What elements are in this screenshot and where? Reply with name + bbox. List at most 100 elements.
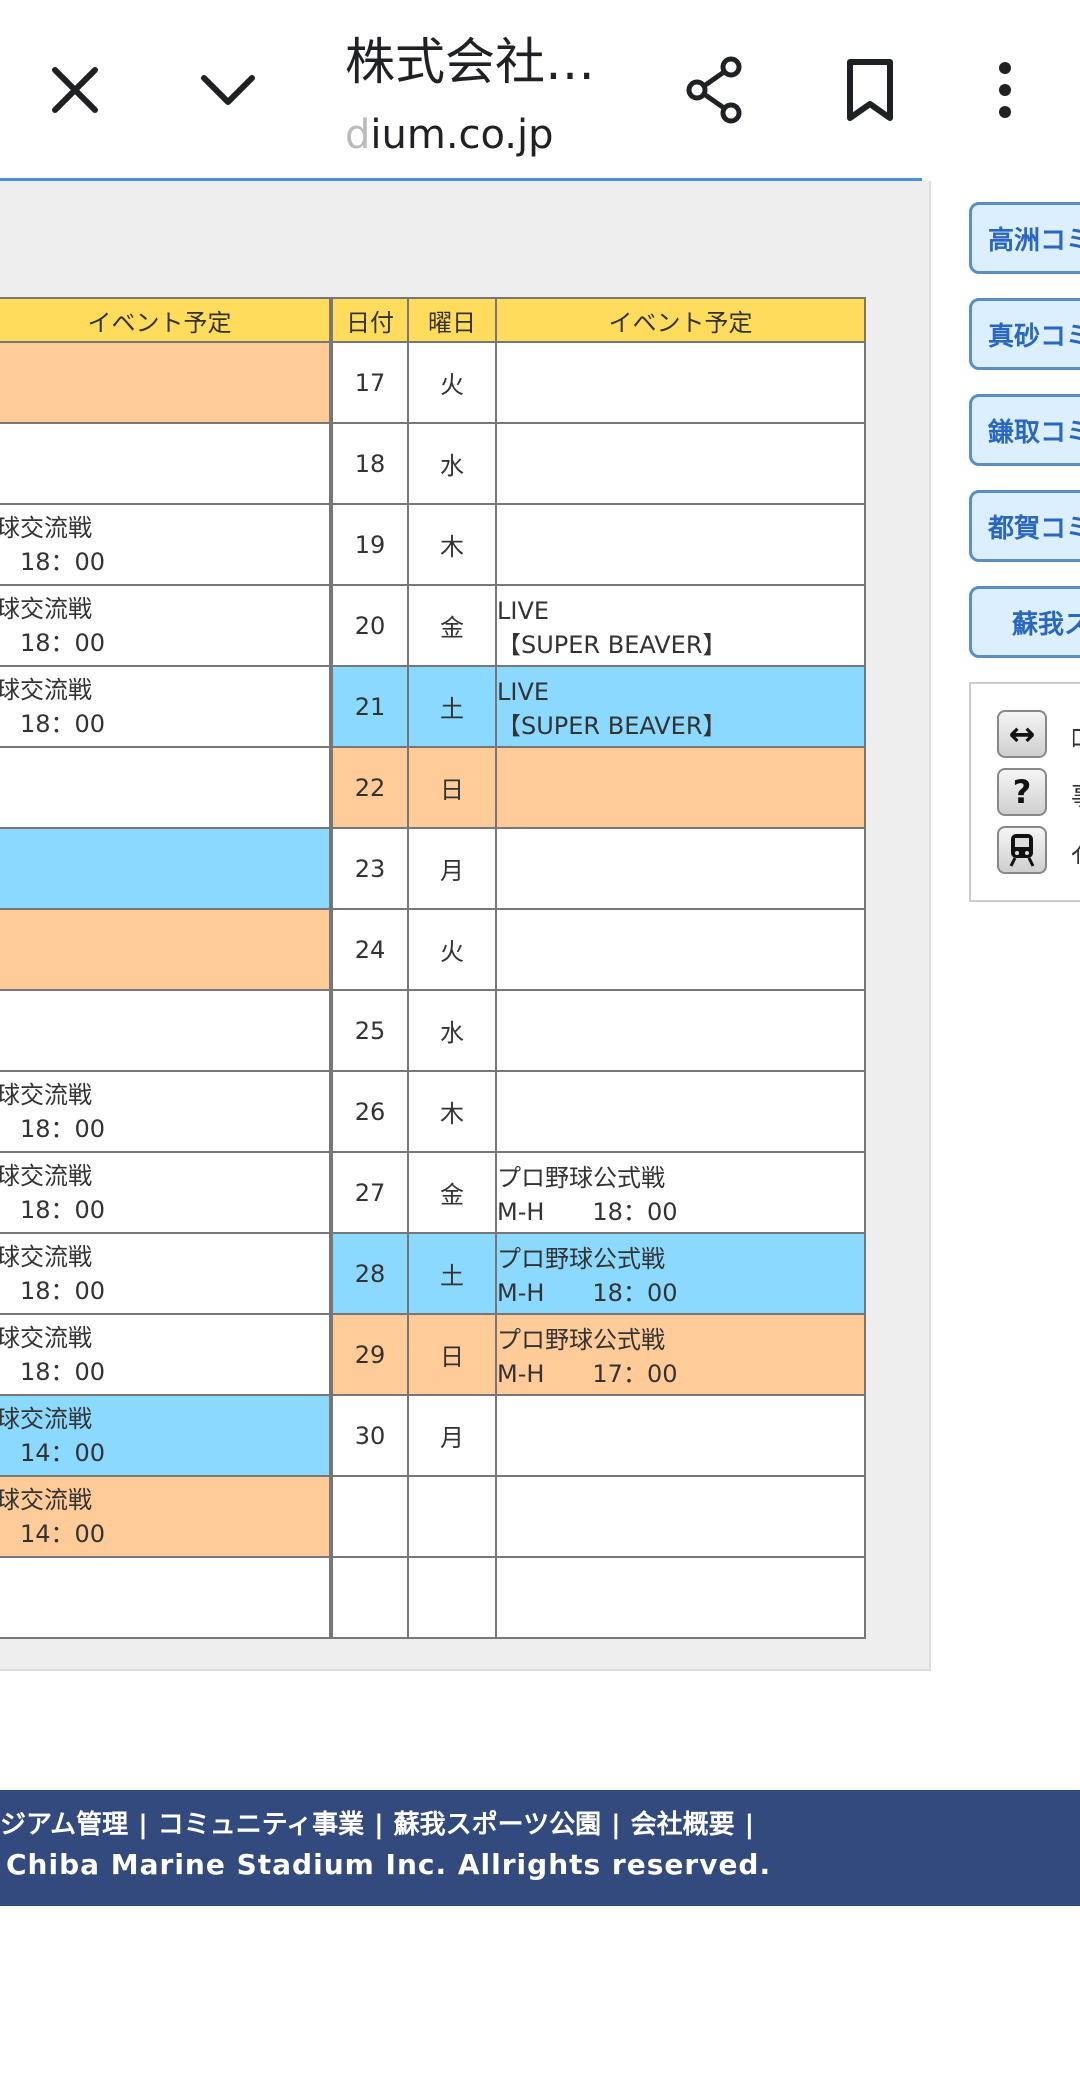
date-cell: 28 xyxy=(331,1234,409,1315)
event-text: LIVE xyxy=(497,597,550,625)
sidebar-button-takasu[interactable]: 高洲コミ xyxy=(969,202,1080,274)
weekday-cell: 火 xyxy=(409,343,497,424)
event-cell-left xyxy=(0,1558,331,1639)
event-text: 球交流戦 xyxy=(0,1081,92,1109)
event-text: プロ野球公式戦 xyxy=(497,1326,665,1354)
event-text: 球交流戦 xyxy=(0,1405,92,1433)
date-cell xyxy=(331,1477,409,1558)
weekday-cell: 金 xyxy=(409,586,497,667)
event-cell-left xyxy=(0,829,331,910)
date-cell: 19 xyxy=(331,505,409,586)
weekday-cell: 月 xyxy=(409,1396,497,1477)
event-text: LIVE xyxy=(497,678,550,706)
close-icon[interactable] xyxy=(25,40,125,140)
header-event-right: イベント予定 xyxy=(497,297,866,343)
sidebar-button-tsuga[interactable]: 都賀コミ xyxy=(969,490,1080,562)
separator: | xyxy=(744,1810,755,1840)
event-cell-left xyxy=(0,910,331,991)
bookmark-icon[interactable] xyxy=(820,40,920,140)
event-cell-right xyxy=(497,343,866,424)
date-cell xyxy=(331,1558,409,1639)
legend-text: 事 xyxy=(1071,776,1080,813)
event-text: 18：00 xyxy=(0,710,106,738)
weekday-cell: 金 xyxy=(409,1153,497,1234)
event-cell-left: 球交流戦 18：00 xyxy=(0,586,331,667)
event-text: 球交流戦 xyxy=(0,1324,92,1352)
event-text: 18：00 xyxy=(0,1358,106,1386)
date-cell: 26 xyxy=(331,1072,409,1153)
event-cell-right: プロ野球公式戦 M-H 17：00 xyxy=(497,1315,866,1396)
footer-link-company[interactable]: 会社概要 xyxy=(631,1810,735,1840)
event-text: 球交流戦 xyxy=(0,1162,92,1190)
separator: | xyxy=(138,1810,148,1840)
chevron-down-icon[interactable] xyxy=(178,40,278,140)
page-title[interactable]: 株式会社… xyxy=(345,22,595,94)
date-cell: 20 xyxy=(331,586,409,667)
legend-text: ｲ xyxy=(1071,840,1080,870)
double-arrow-icon: ↔ xyxy=(997,710,1047,758)
legend-text: ﾛ xyxy=(1071,724,1080,754)
event-cell-left: 球交流戦 14：00 xyxy=(0,1396,331,1477)
event-cell-right xyxy=(497,1072,866,1153)
url-fade: d xyxy=(345,112,371,158)
share-icon[interactable] xyxy=(666,40,766,140)
footer-link-soga-park[interactable]: 蘇我スポーツ公園 xyxy=(394,1810,601,1840)
event-cell-right: LIVE 【SUPER BEAVER】 xyxy=(497,586,866,667)
event-cell-left: 球交流戦 18：00 xyxy=(0,1234,331,1315)
event-text: 球交流戦 xyxy=(0,1486,92,1514)
event-text: 【SUPER BEAVER】 xyxy=(497,712,727,740)
date-cell: 22 xyxy=(331,748,409,829)
event-cell-right: プロ野球公式戦 M-H 18：00 xyxy=(497,1153,866,1234)
footer: ジアム管理 | コミュニティ事業 | 蘇我スポーツ公園 | 会社概要 | Chiba Mari… xyxy=(0,1790,1080,1906)
event-text: 18：00 xyxy=(0,1196,106,1224)
event-text: 球交流戦 xyxy=(0,676,92,704)
legend-box: ↔ ﾛ ? 事 ｲ xyxy=(969,682,1080,902)
header-event-left: イベント予定 xyxy=(0,297,331,343)
event-text: 18：00 xyxy=(0,1115,106,1143)
event-cell-left: 球交流戦 18：00 xyxy=(0,1153,331,1234)
event-cell-right: LIVE 【SUPER BEAVER】 xyxy=(497,667,866,748)
weekday-cell xyxy=(409,1477,497,1558)
sidebar-button-masago[interactable]: 真砂コミ xyxy=(969,298,1080,370)
weekday-cell: 月 xyxy=(409,829,497,910)
date-cell: 21 xyxy=(331,667,409,748)
browser-toolbar: 株式会社… dium.co.jp xyxy=(0,0,1080,181)
date-cell: 27 xyxy=(331,1153,409,1234)
weekday-cell xyxy=(409,1558,497,1639)
event-text: プロ野球公式戦 xyxy=(497,1245,665,1273)
event-cell-left xyxy=(0,424,331,505)
event-cell-right xyxy=(497,910,866,991)
event-cell-right xyxy=(497,829,866,910)
event-text: 球交流戦 xyxy=(0,1243,92,1271)
event-cell-left: 球交流戦 18：00 xyxy=(0,667,331,748)
event-text: M-H 18：00 xyxy=(497,1198,678,1226)
event-cell-right xyxy=(497,1396,866,1477)
event-text: 18：00 xyxy=(0,629,106,657)
footer-link-stadium[interactable]: ジアム管理 xyxy=(0,1810,128,1840)
event-text: M-H 18：00 xyxy=(497,1279,678,1307)
separator: | xyxy=(611,1810,621,1840)
weekday-cell: 土 xyxy=(409,1234,497,1315)
weekday-cell: 火 xyxy=(409,910,497,991)
separator: | xyxy=(374,1810,384,1840)
sidebar-button-soga[interactable]: 蘇我ス xyxy=(969,586,1080,658)
footer-links: ジアム管理 | コミュニティ事業 | 蘇我スポーツ公園 | 会社概要 | xyxy=(0,1804,764,1841)
date-cell: 23 xyxy=(331,829,409,910)
train-icon xyxy=(997,826,1047,874)
footer-link-community[interactable]: コミュニティ事業 xyxy=(158,1810,364,1840)
event-cell-right xyxy=(497,1477,866,1558)
event-cell-left: 球交流戦 18：00 xyxy=(0,1315,331,1396)
question-icon: ? xyxy=(997,768,1047,816)
more-vert-icon[interactable] xyxy=(955,40,1055,140)
sidebar-button-kamatori[interactable]: 鎌取コミ xyxy=(969,394,1080,466)
weekday-cell: 土 xyxy=(409,667,497,748)
weekday-cell: 木 xyxy=(409,1072,497,1153)
event-text: 【SUPER BEAVER】 xyxy=(497,631,727,659)
date-cell: 25 xyxy=(331,991,409,1072)
event-cell-right xyxy=(497,505,866,586)
event-cell-left xyxy=(0,748,331,829)
event-cell-left: 球交流戦 14：00 xyxy=(0,1477,331,1558)
date-cell: 30 xyxy=(331,1396,409,1477)
url-text[interactable]: dium.co.jp xyxy=(345,112,554,158)
event-cell-right: プロ野球公式戦 M-H 18：00 xyxy=(497,1234,866,1315)
